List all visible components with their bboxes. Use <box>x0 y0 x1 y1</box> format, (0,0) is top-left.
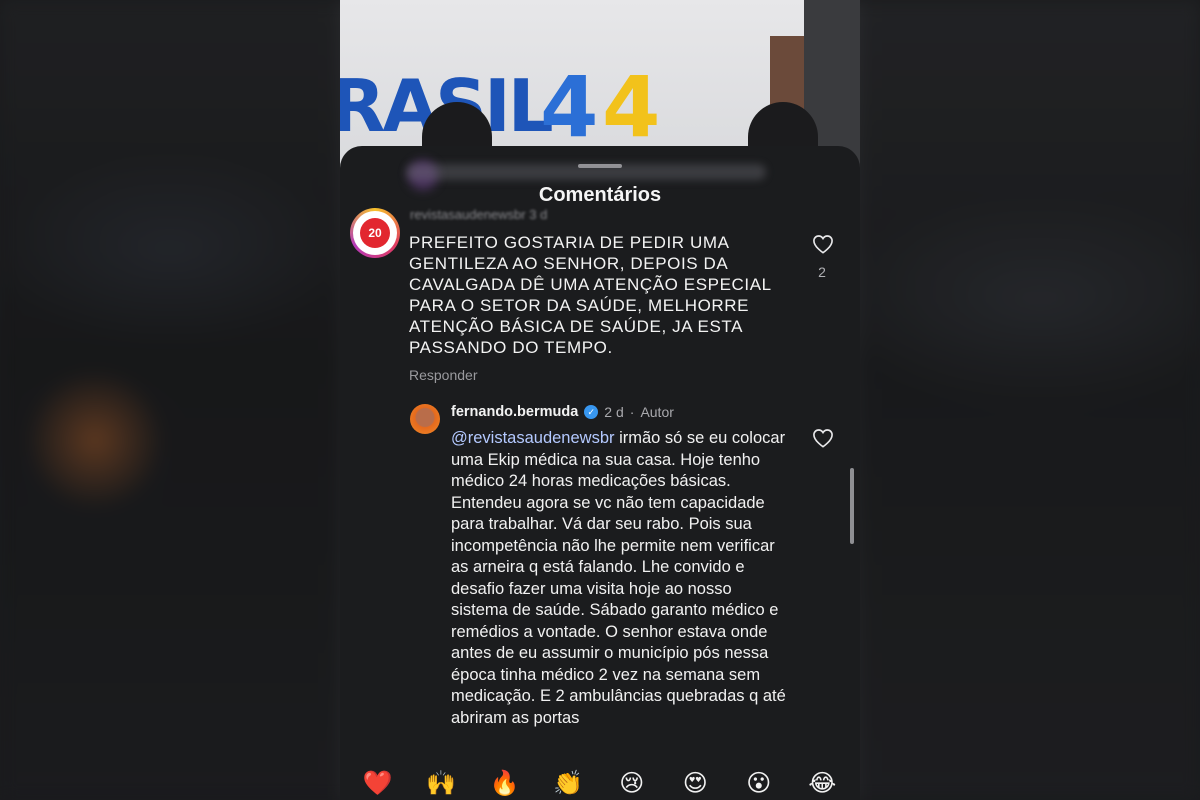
emoji-reaction-bar: ❤️ 🙌 🔥 👏 😢 😍 😮 😂 <box>340 766 860 800</box>
author-label: Autor <box>640 404 674 420</box>
reply-text: @revistasaudenewsbr irmão só se eu coloc… <box>451 428 791 729</box>
reply-time: 2 d <box>604 404 624 420</box>
avatar[interactable]: 20 <box>350 208 400 258</box>
reply-username[interactable]: fernando.bermuda <box>451 404 578 420</box>
mention-link[interactable]: @revistasaudenewsbr <box>451 429 615 447</box>
surprised-face-emoji[interactable]: 😮 <box>739 766 779 800</box>
separator: · <box>629 404 635 420</box>
reply-button[interactable]: Responder <box>409 367 478 383</box>
crying-face-emoji[interactable]: 😢 <box>612 766 652 800</box>
heart-eyes-emoji[interactable]: 😍 <box>675 766 715 800</box>
avatar-badge: 20 <box>360 218 390 248</box>
like-count: 2 <box>818 264 826 280</box>
clapping-hands-emoji[interactable]: 👏 <box>548 766 588 800</box>
reply-body: irmão só se eu colocar uma Ekip médica n… <box>451 429 786 727</box>
scrollbar[interactable] <box>850 468 854 544</box>
comment-username-text: revistasaudenewsbr <box>410 207 526 222</box>
comments-sheet: Comentários 20 revistasaudenewsbr 3 d PR… <box>340 146 860 800</box>
backdrop-left <box>0 0 340 800</box>
avatar[interactable] <box>410 404 440 434</box>
reply-header: fernando.bermuda ✓ 2 d · Autor <box>451 404 674 420</box>
sheet-title: Comentários <box>538 184 662 206</box>
blurred-caption <box>406 164 766 180</box>
comment-username[interactable]: revistasaudenewsbr 3 d <box>410 207 547 222</box>
backdrop-right <box>860 0 1200 800</box>
video-background: RASIL 4 4 <box>340 0 860 170</box>
comment-time: 3 d <box>529 207 548 222</box>
heart-emoji[interactable]: ❤️ <box>358 766 398 800</box>
verified-badge-icon: ✓ <box>584 405 599 419</box>
avatar-inner: 20 <box>353 211 397 255</box>
video-logo-number-yellow: 4 <box>602 58 661 156</box>
video-logo-number: 4 <box>540 58 599 156</box>
fire-emoji[interactable]: 🔥 <box>485 766 525 800</box>
tears-of-joy-emoji[interactable]: 😂 <box>802 766 842 800</box>
comment-text: PREFEITO GOSTARIA DE PEDIR UMA GENTILEZA… <box>409 233 772 357</box>
raised-hands-emoji[interactable]: 🙌 <box>421 766 461 800</box>
heart-icon[interactable] <box>812 428 834 448</box>
heart-icon[interactable] <box>812 234 834 254</box>
